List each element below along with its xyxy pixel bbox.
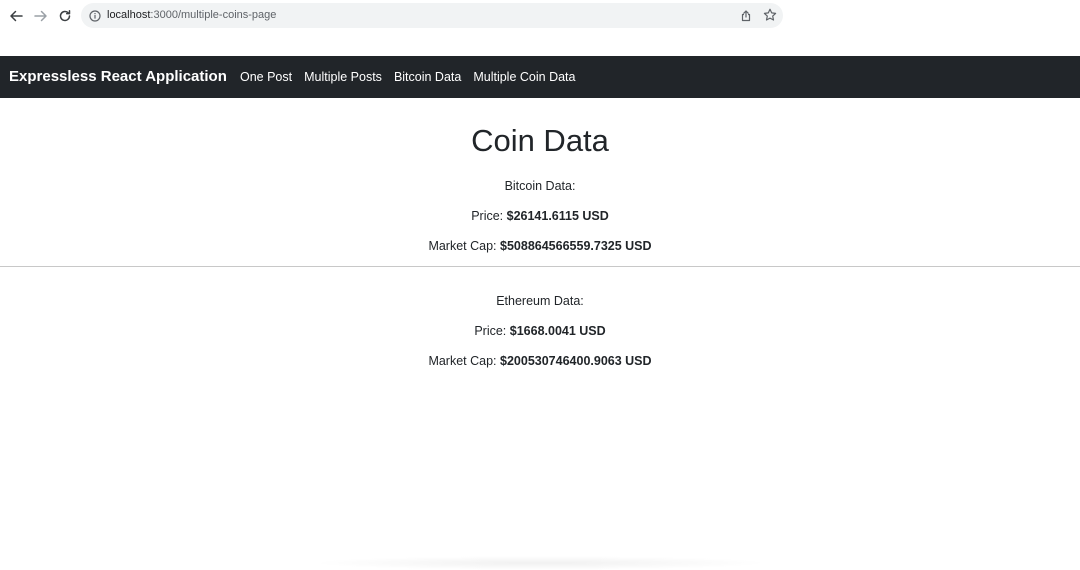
ethereum-price-value: $1668.0041 USD — [509, 324, 606, 338]
ethereum-heading: Ethereum Data: — [496, 294, 584, 308]
navbar-brand[interactable]: Expressless React Application — [9, 67, 227, 87]
url-path: :3000/multiple-coins-page — [150, 9, 277, 21]
coin-divider — [0, 266, 1080, 267]
share-icon[interactable] — [740, 9, 752, 27]
nav-links: One Post Multiple Posts Bitcoin Data Mul… — [240, 69, 587, 85]
ethereum-market-cap-value: $200530746400.9063 USD — [500, 354, 652, 368]
ethereum-market-cap: Market Cap: $200530746400.9063 USD — [0, 353, 1080, 369]
bitcoin-price-label: Price: — [471, 209, 504, 223]
bitcoin-heading: Bitcoin Data: — [504, 179, 576, 193]
info-icon[interactable] — [89, 9, 101, 27]
nav-link-one-post[interactable]: One Post — [240, 69, 292, 85]
url-text[interactable]: localhost:3000/multiple-coins-page — [107, 8, 276, 23]
reload-icon[interactable] — [55, 6, 75, 26]
bitcoin-market-cap: Market Cap: $508864566559.7325 USD — [0, 238, 1080, 254]
nav-link-multiple-posts[interactable]: Multiple Posts — [304, 69, 382, 85]
star-icon[interactable] — [763, 8, 777, 27]
back-arrow-icon[interactable] — [6, 6, 26, 26]
nav-link-multiple-coin-data[interactable]: Multiple Coin Data — [473, 69, 575, 85]
nav-link-bitcoin-data[interactable]: Bitcoin Data — [394, 69, 461, 85]
bitcoin-market-cap-value: $508864566559.7325 USD — [500, 239, 652, 253]
address-bar[interactable]: localhost:3000/multiple-coins-page — [81, 3, 783, 28]
browser-toolbar: localhost:3000/multiple-coins-page — [0, 0, 1080, 56]
page-title: Coin Data — [471, 123, 609, 158]
bitcoin-market-cap-label: Market Cap: — [428, 239, 497, 253]
forward-arrow-icon[interactable] — [31, 6, 51, 26]
ethereum-price: Price: $1668.0041 USD — [0, 323, 1080, 339]
bottom-shadow — [310, 556, 770, 570]
ethereum-price-label: Price: — [474, 324, 507, 338]
url-host: localhost — [107, 9, 151, 21]
app-navbar: Expressless React Application One Post M… — [0, 56, 1080, 98]
bitcoin-price-value: $26141.6115 USD — [506, 209, 609, 223]
bitcoin-price: Price: $26141.6115 USD — [0, 208, 1080, 224]
ethereum-market-cap-label: Market Cap: — [428, 354, 497, 368]
